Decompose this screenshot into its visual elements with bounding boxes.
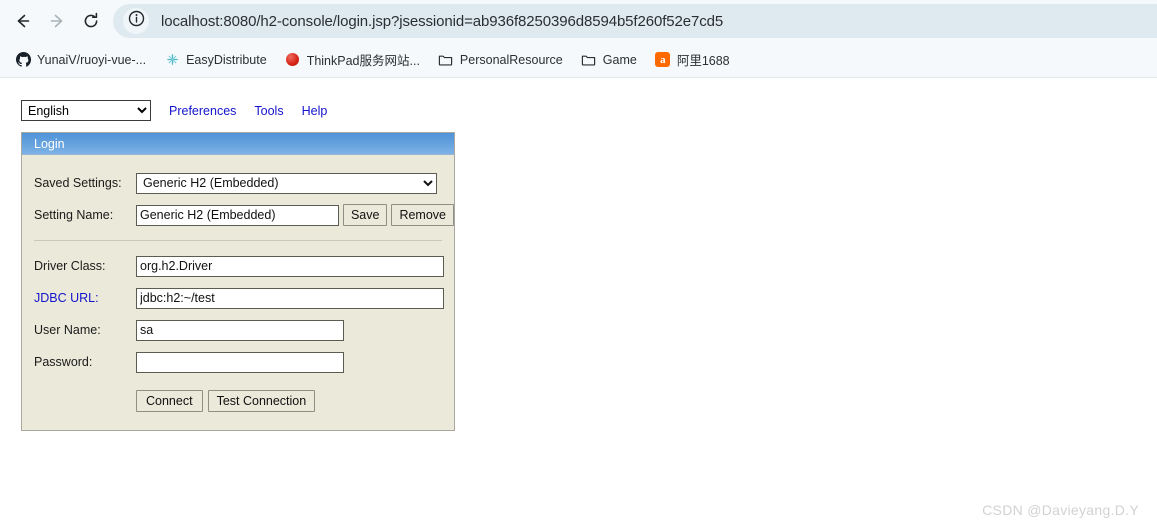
github-icon xyxy=(15,52,31,68)
driver-class-input[interactable] xyxy=(136,255,444,277)
bookmark-label: PersonalResource xyxy=(459,52,563,67)
setting-name-input[interactable] xyxy=(136,204,339,226)
site-info-button[interactable] xyxy=(123,8,149,34)
connect-button[interactable]: Connect xyxy=(136,390,203,412)
saved-settings-label: Saved Settings: xyxy=(34,176,122,190)
password-row: Password: xyxy=(22,346,454,378)
watermark: CSDN @Davieyang.D.Y xyxy=(982,502,1139,518)
setting-name-label: Setting Name: xyxy=(34,208,114,222)
bookmark-label: 阿里1688 xyxy=(676,54,730,68)
folder-icon xyxy=(581,52,597,68)
login-panel: Login Saved Settings: Generic H2 (Embedd… xyxy=(21,132,455,431)
bookmark-label: EasyDistribute xyxy=(186,52,267,67)
back-button[interactable] xyxy=(6,4,40,38)
bookmark-item[interactable]: EasyDistribute xyxy=(157,48,274,72)
language-select[interactable]: English xyxy=(21,100,151,121)
tools-link[interactable]: Tools xyxy=(254,104,283,118)
bookmark-item[interactable]: ThinkPad服务网站... xyxy=(278,46,427,73)
driver-class-row: Driver Class: xyxy=(22,250,454,282)
alibaba-icon: a xyxy=(655,52,671,68)
browser-toolbar: localhost:8080/h2-console/login.jsp?jses… xyxy=(0,0,1157,42)
preferences-link[interactable]: Preferences xyxy=(169,104,236,118)
bookmarks-bar: YunaiV/ruoyi-vue-... EasyDistribute Thin… xyxy=(0,42,1157,78)
test-connection-button[interactable]: Test Connection xyxy=(207,390,316,412)
password-input[interactable] xyxy=(136,351,344,373)
forward-button[interactable] xyxy=(40,4,74,38)
red-dot-icon xyxy=(285,52,301,68)
login-panel-title: Login xyxy=(22,133,454,155)
login-form: Saved Settings: Generic H2 (Embedded) Se… xyxy=(22,155,454,430)
remove-button[interactable]: Remove xyxy=(391,204,454,226)
page-content: English Preferences Tools Help Login Sav… xyxy=(0,78,1157,528)
url-text[interactable]: localhost:8080/h2-console/login.jsp?jses… xyxy=(161,13,723,30)
address-bar[interactable]: localhost:8080/h2-console/login.jsp?jses… xyxy=(113,4,1157,38)
save-button[interactable]: Save xyxy=(342,204,388,226)
help-link[interactable]: Help xyxy=(302,104,328,118)
folder-icon xyxy=(438,52,454,68)
bookmark-item[interactable]: Game xyxy=(574,48,644,72)
bookmark-item[interactable]: YunaiV/ruoyi-vue-... xyxy=(8,48,153,72)
reload-icon xyxy=(81,11,101,31)
bookmark-item[interactable]: PersonalResource xyxy=(431,48,570,72)
arrow-left-icon xyxy=(13,11,33,31)
jdbc-url-row: JDBC URL: xyxy=(22,282,454,314)
saved-settings-select[interactable]: Generic H2 (Embedded) xyxy=(136,172,437,194)
jdbc-url-label[interactable]: JDBC URL: xyxy=(34,291,136,305)
arrow-right-icon xyxy=(47,11,67,31)
reload-button[interactable] xyxy=(74,4,108,38)
console-toolbar: English Preferences Tools Help xyxy=(21,100,327,121)
bookmark-label: ThinkPad服务网站... xyxy=(306,54,420,68)
sparkle-icon xyxy=(164,52,180,68)
user-name-row: User Name: xyxy=(22,314,454,346)
login-actions: Connect Test Connection xyxy=(22,390,454,412)
info-circle-icon xyxy=(128,10,145,32)
section-divider xyxy=(34,240,442,241)
driver-class-label: Driver Class: xyxy=(34,259,106,273)
password-label: Password: xyxy=(34,355,93,369)
bookmark-item[interactable]: a 阿里1688 xyxy=(648,46,737,73)
user-name-label: User Name: xyxy=(34,323,101,337)
user-name-input[interactable] xyxy=(136,319,344,341)
saved-settings-row: Saved Settings: Generic H2 (Embedded) xyxy=(22,167,454,199)
bookmark-label: Game xyxy=(602,52,637,67)
bookmark-label: YunaiV/ruoyi-vue-... xyxy=(37,52,147,67)
jdbc-url-input[interactable] xyxy=(136,287,444,309)
setting-name-row: Setting Name: Save Remove xyxy=(22,199,454,231)
